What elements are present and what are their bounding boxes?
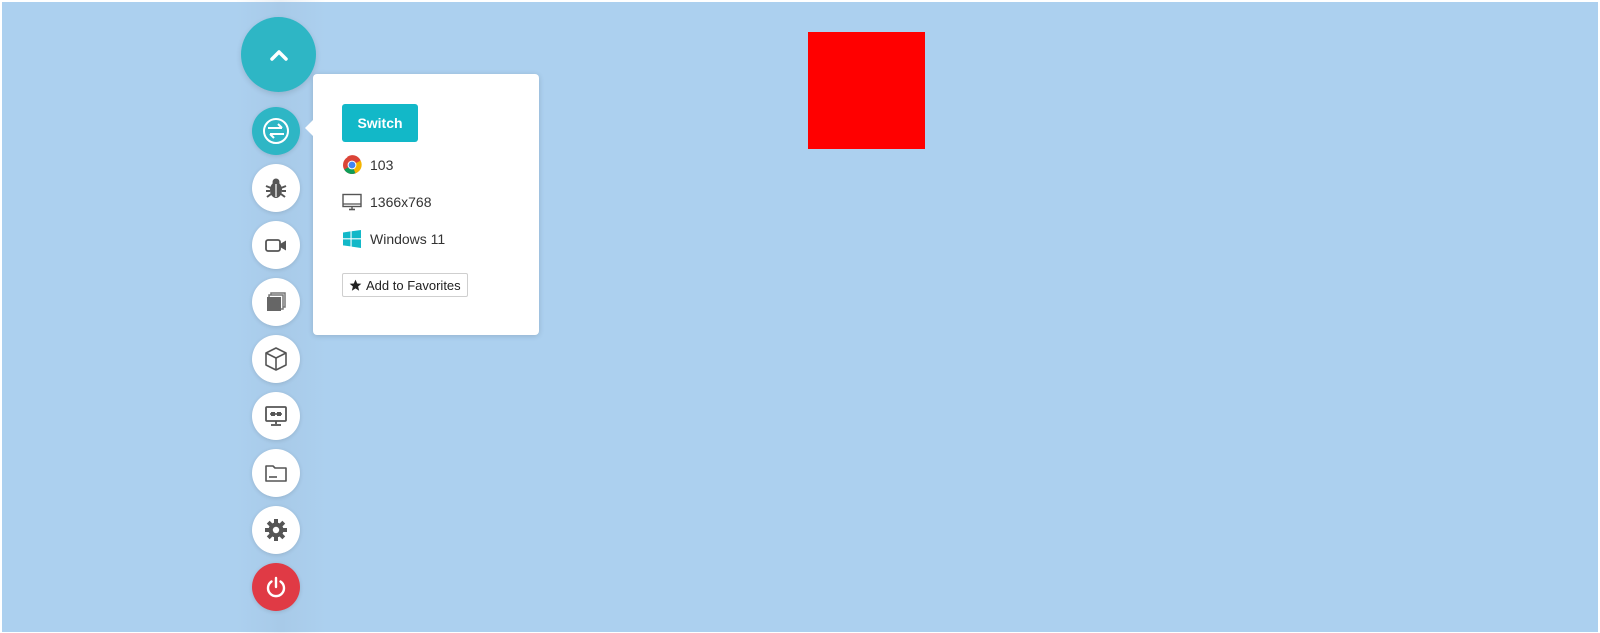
star-icon [349,279,362,291]
video-camera-icon [265,239,286,252]
end-session-button[interactable] [252,563,300,611]
gear-icon [265,519,287,541]
switch-browser-button[interactable] [252,107,300,155]
chrome-icon [342,155,362,175]
red-square [808,32,925,149]
remote-display-button[interactable] [252,392,300,440]
os-row: Windows 11 [342,228,445,250]
file-manager-button[interactable] [252,449,300,497]
monitor-icon [342,192,362,212]
bug-report-button[interactable] [252,164,300,212]
folder-icon [265,465,287,482]
record-video-button[interactable] [252,221,300,269]
cube-icon [265,347,287,371]
windows-logo-icon [342,229,362,249]
resolution-text: 1366x768 [370,194,432,210]
gallery-icon [267,292,286,311]
extensions-button[interactable] [252,335,300,383]
monitor-icon [265,406,287,426]
chevron-up-icon [269,49,288,61]
browser-switch-icon [263,118,289,144]
bug-icon [265,178,287,198]
resolution-row: 1366x768 [342,191,432,213]
collapse-toolbar-button[interactable] [241,17,316,92]
add-to-favorites-button[interactable]: Add to Favorites [342,273,468,297]
browser-version-row: 103 [342,154,393,176]
screenshots-button[interactable] [252,278,300,326]
settings-button[interactable] [252,506,300,554]
add-to-favorites-label: Add to Favorites [366,277,461,293]
browser-version-text: 103 [370,157,394,173]
popover-arrow [305,119,314,137]
browser-info-popover: Switch 103 1366x768 Windows 11 Add to Fa… [305,74,539,335]
os-text: Windows 11 [370,231,446,247]
switch-button[interactable]: Switch [342,104,418,142]
power-icon [266,576,286,598]
